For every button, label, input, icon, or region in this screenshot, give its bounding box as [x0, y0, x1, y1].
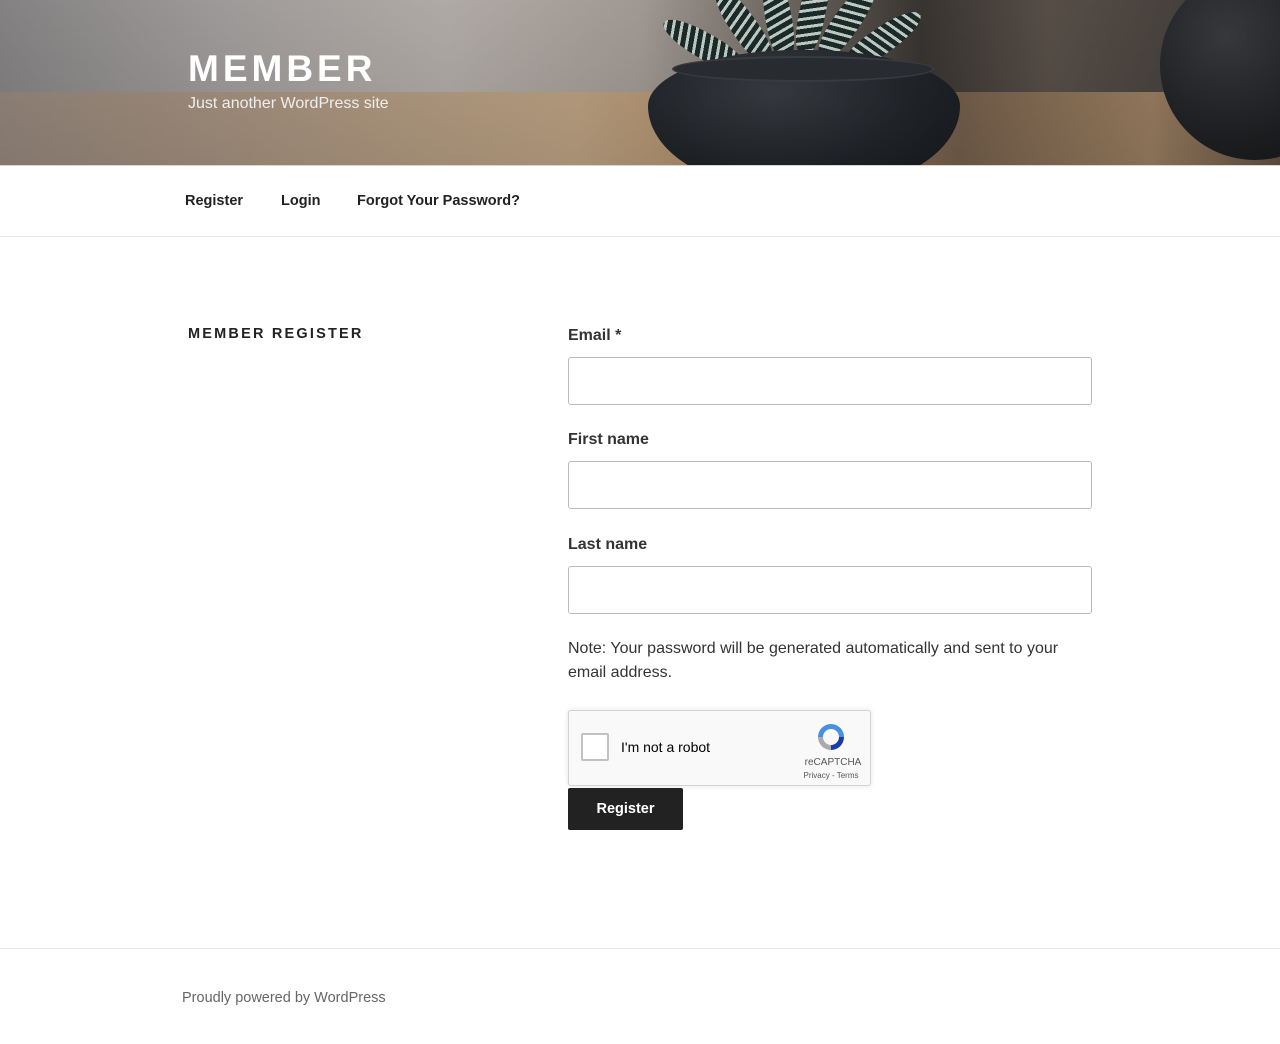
last-name-label: Last name — [568, 536, 648, 553]
recaptcha-label: I'm not a robot — [621, 739, 711, 755]
recaptcha-brand: reCAPTCHA — [804, 757, 862, 768]
first-name-label: First name — [568, 431, 649, 448]
site-footer: Proudly powered by WordPress — [0, 948, 1280, 1044]
recaptcha-widget: I'm not a robot reCAPTCHA Privacy - Term… — [568, 710, 871, 786]
last-name-field[interactable] — [568, 566, 1092, 614]
page-title: MEMBER REGISTER — [188, 326, 364, 342]
site-description: Just another WordPress site — [188, 95, 389, 112]
nav-item-login[interactable]: Login — [281, 193, 320, 209]
site-header: MEMBER Just another WordPress site — [0, 0, 1280, 165]
first-name-field[interactable] — [568, 461, 1092, 509]
recaptcha-links[interactable]: Privacy - Terms — [799, 771, 863, 780]
main-navigation: Register Login Forgot Your Password? — [0, 165, 1280, 237]
email-field[interactable] — [568, 357, 1092, 405]
nav-item-register[interactable]: Register — [185, 193, 243, 209]
nav-item-forgot-password[interactable]: Forgot Your Password? — [357, 193, 520, 209]
recaptcha-logo-icon — [818, 724, 844, 750]
email-label: Email * — [568, 327, 622, 344]
site-title[interactable]: MEMBER — [188, 48, 376, 90]
recaptcha-checkbox[interactable] — [581, 733, 609, 761]
footer-credit-link[interactable]: Proudly powered by WordPress — [182, 990, 386, 1006]
password-note: Note: Your password will be generated au… — [568, 640, 1059, 681]
register-button[interactable]: Register — [568, 788, 683, 830]
